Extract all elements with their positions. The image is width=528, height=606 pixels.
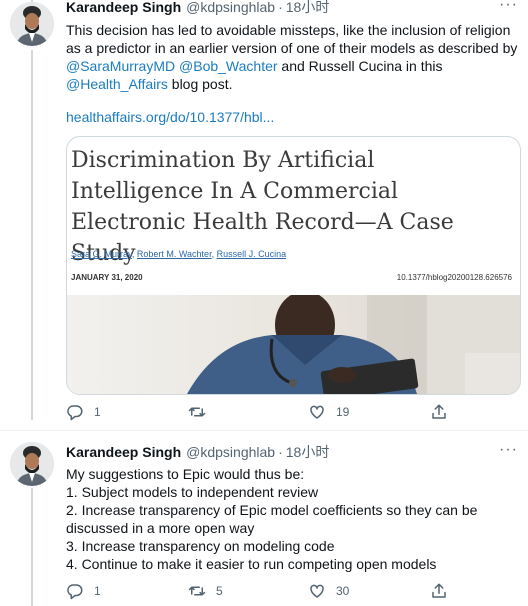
reply-count: 1 [94, 405, 101, 419]
tweet-actions: 1 5 30 [66, 581, 486, 601]
more-glyph: ··· [499, 441, 518, 458]
share-button[interactable] [430, 402, 448, 422]
mention-link[interactable]: @SaraMurrayMD [66, 58, 175, 74]
thread-line [31, 50, 33, 420]
like-icon [310, 584, 324, 598]
card-author: Sara G. Murray [71, 249, 132, 259]
card-author: Robert M. Wachter [136, 249, 212, 259]
share-icon [432, 583, 446, 598]
reply-button[interactable]: 1 [66, 581, 101, 601]
author-handle[interactable]: @kdpsinghlab [186, 0, 275, 15]
author-name[interactable]: Karandeep Singh [66, 444, 181, 460]
retweet-button[interactable] [188, 402, 216, 422]
reply-icon [67, 405, 83, 421]
tweet-header: Karandeep Singh @kdpsinghlab · 18小时 [66, 0, 329, 17]
text-line: 4. Continue to make it easier to run com… [66, 556, 437, 572]
tweet-actions: 1 19 [66, 402, 486, 422]
separator-dot: · [278, 0, 283, 15]
card-image [67, 291, 520, 394]
card-doi: 10.1377/hblog20200128.626576 [396, 273, 512, 282]
tweet-header: Karandeep Singh @kdpsinghlab · 18小时 [66, 442, 329, 462]
more-icon[interactable]: ··· [499, 0, 518, 14]
like-button[interactable]: 30 [308, 581, 349, 601]
text-line: My suggestions to Epic would thus be: [66, 466, 305, 482]
reply-count: 1 [94, 584, 101, 598]
share-button[interactable] [430, 581, 448, 601]
thread-line [31, 488, 33, 606]
tweet-divider [0, 430, 528, 431]
text-line: 1. Subject models to independent review [66, 484, 319, 500]
retweet-icon [188, 586, 206, 596]
avatar[interactable] [10, 442, 54, 486]
retweet-icon [188, 407, 206, 417]
text-segment: blog post. [167, 76, 233, 92]
card-date: JANUARY 31, 2020 [71, 273, 143, 282]
timestamp[interactable]: 18小时 [286, 442, 330, 462]
like-button[interactable]: 19 [308, 402, 349, 422]
more-glyph: ··· [499, 0, 518, 13]
separator-dot: · [278, 444, 283, 460]
retweet-count: 5 [216, 584, 223, 598]
card-author: Russell J. Cucina [216, 249, 287, 259]
text-line: 2. Increase transparency of Epic model c… [66, 502, 478, 536]
more-icon[interactable]: ··· [499, 441, 518, 459]
share-icon [432, 404, 446, 419]
text-segment: and Russell Cucina in this [277, 58, 443, 74]
like-icon [310, 405, 324, 419]
like-count: 19 [336, 405, 350, 419]
reply-button[interactable]: 1 [66, 402, 101, 422]
author-name[interactable]: Karandeep Singh [66, 0, 181, 15]
timestamp[interactable]: 18小时 [286, 0, 330, 17]
avatar[interactable] [10, 2, 54, 46]
link-preview-card[interactable]: Discrimination By Artificial Intelligenc… [66, 136, 521, 395]
like-count: 30 [336, 584, 350, 598]
text-line: 3. Increase transparency on modeling cod… [66, 538, 335, 554]
retweet-button[interactable]: 5 [188, 581, 223, 601]
tweet-text: This decision has led to avoidable misst… [66, 21, 522, 93]
card-authors: Sara G. Murray, Robert M. Wachter, Russe… [71, 249, 286, 259]
mention-link[interactable]: @Health_Affairs [66, 76, 168, 92]
url-link[interactable]: healthaffairs.org/do/10.1377/hbl... [66, 108, 522, 126]
mention-link[interactable]: @Bob_Wachter [179, 58, 278, 74]
reply-icon [67, 584, 83, 600]
author-handle[interactable]: @kdpsinghlab [186, 444, 275, 460]
text-segment: This decision has led to avoidable misst… [66, 22, 518, 56]
tweet-text: My suggestions to Epic would thus be: 1.… [66, 465, 522, 573]
